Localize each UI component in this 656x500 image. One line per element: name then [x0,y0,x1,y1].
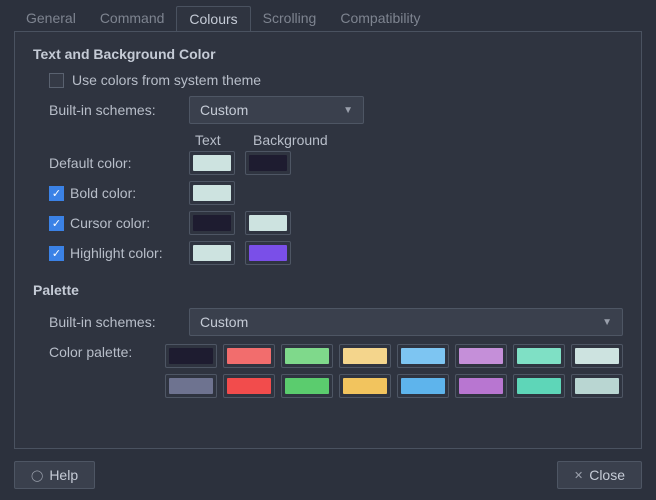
help-button-label: Help [49,467,78,483]
palette-swatch-3[interactable] [339,344,391,368]
close-icon: ✕ [574,469,583,482]
builtin-schemes-select[interactable]: Custom ▼ [189,96,364,124]
palette-swatch-7[interactable] [571,344,623,368]
cursor-color-row: ✓ Cursor color: [33,208,623,238]
builtin-schemes-row: Built-in schemes: Custom ▼ [33,92,623,128]
bold-color-row: ✓ Bold color: [33,178,623,208]
palette-schemes-select[interactable]: Custom ▼ [189,308,623,336]
system-theme-row[interactable]: Use colors from system theme [33,68,623,92]
help-button[interactable]: ◯ Help [14,461,95,489]
palette-swatch-6[interactable] [513,344,565,368]
palette-schemes-row: Built-in schemes: Custom ▼ [33,304,623,340]
section-text-bg-title: Text and Background Color [33,46,623,62]
palette-swatch-5[interactable] [455,344,507,368]
default-text-swatch[interactable] [189,151,235,175]
default-color-label: Default color: [49,155,131,171]
palette-grid [165,344,623,398]
col-bg-header: Background [253,132,333,148]
palette-schemes-label: Built-in schemes: [49,314,179,330]
palette-label: Color palette: [49,344,155,360]
palette-schemes-value: Custom [200,314,248,330]
chevron-down-icon: ▼ [343,105,353,116]
palette-swatch-13[interactable] [455,374,507,398]
palette-swatch-11[interactable] [339,374,391,398]
palette-swatch-2[interactable] [281,344,333,368]
cursor-color-label: Cursor color: [70,215,150,231]
help-icon: ◯ [31,469,43,482]
bold-checkbox[interactable]: ✓ [49,186,64,201]
cursor-text-swatch[interactable] [189,211,235,235]
tab-general[interactable]: General [14,6,88,31]
highlight-bg-swatch[interactable] [245,241,291,265]
system-theme-label: Use colors from system theme [72,72,261,88]
tab-scrolling[interactable]: Scrolling [251,6,329,31]
tab-colours[interactable]: Colours [176,6,250,31]
highlight-text-swatch[interactable] [189,241,235,265]
close-button-label: Close [589,467,625,483]
builtin-schemes-label: Built-in schemes: [49,102,179,118]
palette-swatch-10[interactable] [281,374,333,398]
cursor-bg-swatch[interactable] [245,211,291,235]
palette-swatch-4[interactable] [397,344,449,368]
column-headers: Text Background [33,132,623,148]
palette-swatch-14[interactable] [513,374,565,398]
palette-swatch-12[interactable] [397,374,449,398]
highlight-color-label: Highlight color: [70,245,163,261]
highlight-color-row: ✓ Highlight color: [33,238,623,268]
palette-swatch-9[interactable] [223,374,275,398]
tab-bar: General Command Colours Scrolling Compat… [0,0,656,31]
tab-compatibility[interactable]: Compatibility [328,6,432,31]
bold-color-label: Bold color: [70,185,136,201]
highlight-checkbox[interactable]: ✓ [49,246,64,261]
cursor-checkbox[interactable]: ✓ [49,216,64,231]
builtin-schemes-value: Custom [200,102,248,118]
palette-row: Color palette: [33,340,623,402]
settings-panel: Text and Background Color Use colors fro… [14,31,642,449]
palette-swatch-1[interactable] [223,344,275,368]
system-theme-checkbox[interactable] [49,73,64,88]
palette-swatch-8[interactable] [165,374,217,398]
tab-command[interactable]: Command [88,6,177,31]
chevron-down-icon: ▼ [602,317,612,328]
footer: ◯ Help ✕ Close [0,461,656,489]
section-palette-title: Palette [33,282,623,298]
palette-swatch-15[interactable] [571,374,623,398]
default-color-row: Default color: [33,148,623,178]
close-button[interactable]: ✕ Close [557,461,642,489]
bold-text-swatch[interactable] [189,181,235,205]
palette-swatch-0[interactable] [165,344,217,368]
default-bg-swatch[interactable] [245,151,291,175]
col-text-header: Text [195,132,241,148]
